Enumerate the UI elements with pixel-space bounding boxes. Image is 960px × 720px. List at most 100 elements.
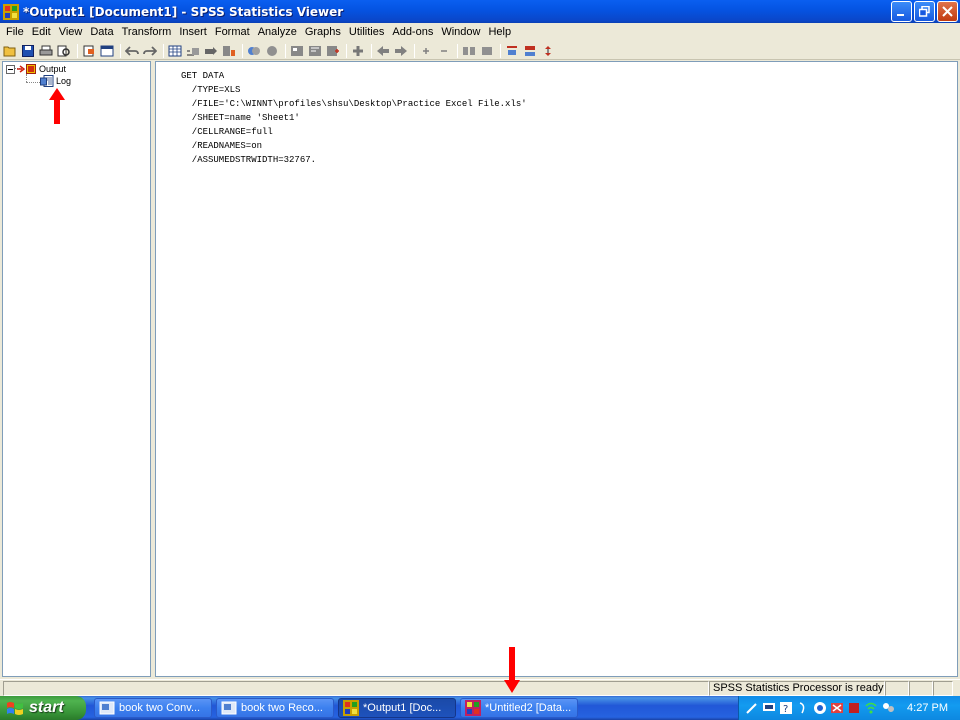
show-all-icon (267, 45, 277, 56)
tray-help-icon[interactable]: ? (779, 701, 793, 715)
minimize-icon (897, 14, 904, 16)
menu-add-ons[interactable]: Add-ons (388, 23, 437, 42)
open-book-icon (463, 46, 475, 55)
log-syntax-block[interactable]: GET DATA /TYPE=XLS /FILE='C:\WINNT\profi… (181, 69, 527, 167)
spss-app-icon[interactable] (3, 3, 19, 20)
taskbar-clock[interactable]: 4:27 PM (907, 702, 948, 714)
menu-data[interactable]: Data (86, 23, 117, 42)
outline-pane[interactable]: Output Log (2, 61, 151, 677)
close-icon (942, 6, 953, 17)
collapse-box-icon[interactable] (6, 64, 15, 74)
export-button[interactable] (81, 44, 97, 58)
tray-users-icon[interactable] (881, 701, 895, 715)
select-last-output-button[interactable] (522, 44, 538, 58)
spss-data-editor-icon (465, 700, 481, 716)
expand-all-button[interactable] (418, 44, 434, 58)
menu-file[interactable]: File (2, 23, 28, 42)
promote-button[interactable] (375, 44, 391, 58)
tray-monitor-icon[interactable] (762, 701, 776, 715)
printer-icon (39, 45, 53, 55)
tray-pen-icon[interactable] (745, 701, 759, 715)
tray-antivirus-icon[interactable] (847, 701, 861, 715)
output-content-pane[interactable]: GET DATA /TYPE=XLS /FILE='C:\WINNT\profi… (155, 61, 958, 677)
insert-title-button[interactable] (307, 44, 323, 58)
syntax-line: /SHEET=name 'Sheet1' (181, 113, 300, 123)
redo-arrow-icon (143, 45, 157, 56)
tree-item-output[interactable]: Output (6, 63, 66, 75)
goto-data-button[interactable] (167, 44, 183, 58)
designate-window-button[interactable] (504, 44, 520, 58)
syntax-line: /ASSUMEDSTRWIDTH=32767. (181, 155, 317, 165)
tree-label-output: Output (39, 64, 67, 74)
goto-variable-icon (205, 46, 217, 55)
open-button[interactable] (2, 44, 18, 58)
toolbar-separator (120, 43, 121, 58)
tray-wireless-icon[interactable] (864, 701, 878, 715)
taskbar-item-label: book two Reco... (241, 702, 323, 714)
expand-button[interactable] (350, 44, 366, 58)
print-button[interactable] (38, 44, 54, 58)
taskbar-item-book-two-reco[interactable]: book two Reco... (216, 698, 334, 718)
recall-dialog-button[interactable] (99, 44, 115, 58)
insert-title-icon (309, 45, 321, 56)
tray-security-icon[interactable] (830, 701, 844, 715)
spss-viewer-icon (343, 700, 359, 716)
redo-button[interactable] (142, 44, 158, 58)
restore-icon (919, 6, 930, 17)
select-rows-button[interactable] (540, 44, 556, 58)
menu-insert[interactable]: Insert (175, 23, 211, 42)
menu-graphs[interactable]: Graphs (301, 23, 345, 42)
hide-button[interactable] (479, 44, 495, 58)
size-grip[interactable] (933, 681, 953, 696)
toolbar-separator (242, 43, 243, 58)
tray-network-icon[interactable] (796, 701, 810, 715)
print-preview-button[interactable] (56, 44, 72, 58)
taskbar-item-book-two-conv[interactable]: book two Conv... (94, 698, 212, 718)
variables-button[interactable] (221, 44, 237, 58)
insert-text-button[interactable] (325, 44, 341, 58)
open-folder-icon (3, 46, 16, 56)
menu-help[interactable]: Help (484, 23, 515, 42)
collapse-button[interactable] (436, 44, 452, 58)
insert-text-icon (327, 45, 339, 56)
syntax-line: /FILE='C:\WINNT\profiles\shsu\Desktop\Pr… (181, 99, 527, 109)
demote-button[interactable] (393, 44, 409, 58)
menu-edit[interactable]: Edit (28, 23, 55, 42)
window-title: *Output1 [Document1] - SPSS Statistics V… (23, 4, 344, 19)
syntax-line: /TYPE=XLS (181, 85, 241, 95)
annotation-arrow-down (504, 647, 520, 693)
goto-variable-button[interactable] (203, 44, 219, 58)
tree-item-log[interactable]: Log (40, 75, 71, 87)
show-all-button[interactable] (264, 44, 280, 58)
save-disk-icon (22, 44, 34, 57)
close-button[interactable] (937, 1, 958, 22)
taskbar-item-untitled2[interactable]: *Untitled2 [Data... (460, 698, 578, 718)
menu-analyze[interactable]: Analyze (254, 23, 301, 42)
taskbar-item-output1[interactable]: *Output1 [Doc... (338, 698, 456, 718)
export-icon (83, 45, 94, 56)
menu-view[interactable]: View (55, 23, 87, 42)
toolbar-separator (163, 43, 164, 58)
use-sets-button[interactable] (246, 44, 262, 58)
variables-icon (223, 45, 235, 56)
restore-button[interactable] (914, 1, 935, 22)
status-cell-extra (885, 681, 909, 696)
red-arrow-icon (17, 65, 25, 73)
goto-case-button[interactable] (185, 44, 201, 58)
start-button[interactable]: start (0, 696, 86, 720)
taskbar-item-label: *Untitled2 [Data... (485, 702, 572, 714)
designate-window-icon (507, 45, 517, 55)
menu-transform[interactable]: Transform (118, 23, 176, 42)
insert-heading-button[interactable] (289, 44, 305, 58)
undo-button[interactable] (124, 44, 140, 58)
document-window-icon (99, 701, 115, 715)
minimize-button[interactable] (891, 1, 912, 22)
show-button[interactable] (461, 44, 477, 58)
menu-format[interactable]: Format (211, 23, 254, 42)
menu-utilities[interactable]: Utilities (345, 23, 388, 42)
taskbar-item-label: *Output1 [Doc... (363, 702, 442, 714)
status-cell-extra (909, 681, 933, 696)
menu-window[interactable]: Window (437, 23, 484, 42)
save-button[interactable] (20, 44, 36, 58)
tray-shield-icon[interactable] (813, 701, 827, 715)
